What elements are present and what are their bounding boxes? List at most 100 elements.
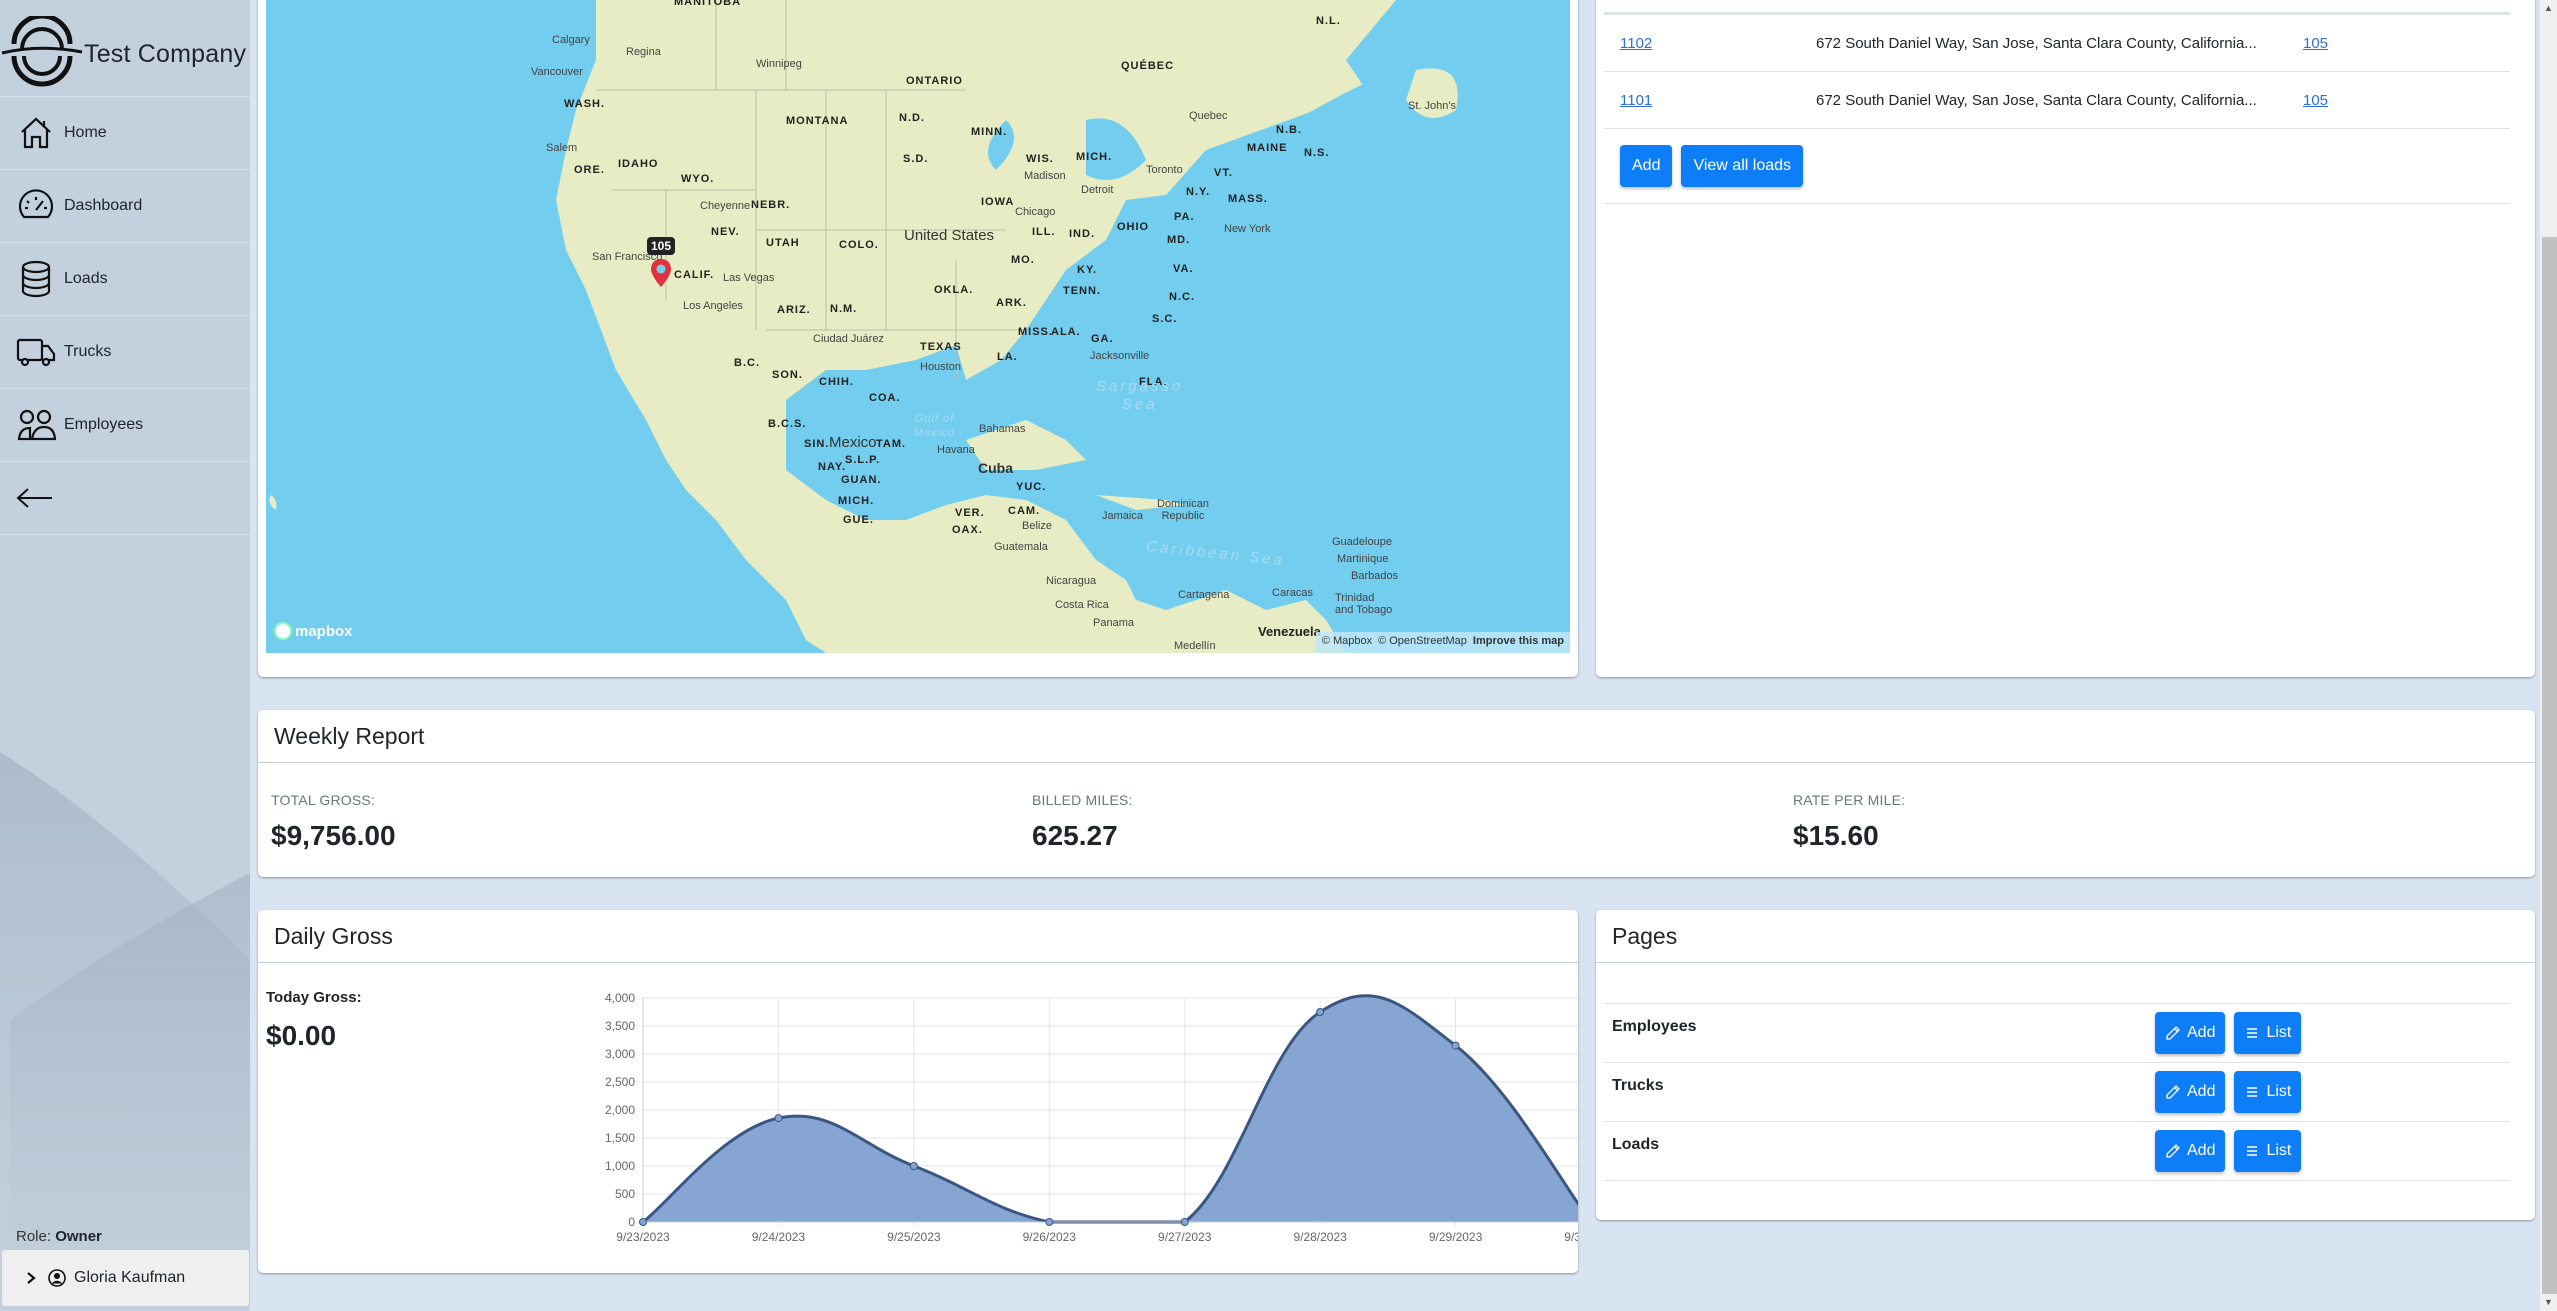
mapbox-attribution-link[interactable]: © Mapbox — [1322, 635, 1372, 650]
load-id-link[interactable]: 1102 — [1620, 35, 1652, 52]
truck-link[interactable]: 105 — [2303, 92, 2328, 109]
map-label: MO. — [1011, 254, 1035, 266]
data-point — [774, 1114, 783, 1123]
scrollbar-thumb[interactable] — [2542, 237, 2557, 1294]
map-label: Dominican Republic — [1157, 498, 1209, 522]
map-label: MINN. — [971, 126, 1008, 138]
table-row: Trucks Add List — [1604, 1063, 2510, 1122]
scroll-down-arrow-icon[interactable]: ▼ — [2540, 1294, 2557, 1311]
button-label: List — [2266, 1024, 2292, 1041]
user-menu-button[interactable]: Gloria Kaufman — [2, 1250, 249, 1306]
weekly-report-card: Weekly Report TOTAL GROSS: $9,756.00 BIL… — [258, 710, 2535, 877]
y-tick-label: 4,000 — [605, 991, 635, 1005]
x-tick-label: 9/30/2023 — [1564, 1230, 1578, 1244]
map-label: COLO. — [839, 239, 879, 251]
stat-label: RATE PER MILE: — [1793, 792, 1906, 808]
map-label: MAINE — [1247, 142, 1288, 154]
map-label: Martinique — [1337, 553, 1389, 565]
table-row: 1101 672 South Daniel Way, San Jose, San… — [1604, 72, 2510, 129]
truck-link[interactable]: 105 — [2303, 35, 2328, 52]
map-label: N.C. — [1169, 291, 1195, 303]
button-label: List — [2266, 1142, 2292, 1159]
y-tick-label: 3,500 — [605, 1019, 635, 1033]
button-label: Add — [2187, 1024, 2216, 1041]
map-pin-icon[interactable] — [650, 258, 672, 288]
loads-table: 1102 672 South Daniel Way, San Jose, San… — [1604, 12, 2510, 204]
sidebar-item-home[interactable]: Home — [0, 97, 250, 170]
add-truck-button[interactable]: Add — [2155, 1071, 2226, 1113]
pencil-icon — [2166, 1144, 2180, 1158]
sidebar-item-trucks[interactable]: Trucks — [0, 316, 250, 389]
map-label: Cheyenne — [700, 200, 751, 212]
sidebar-item-label: Trucks — [64, 343, 112, 360]
map-label: IOWA — [981, 196, 1015, 208]
map-label: B.C. — [734, 357, 760, 369]
stat-value: $9,756.00 — [271, 820, 396, 851]
map-label: UTAH — [766, 237, 800, 249]
map-label: Havana — [937, 444, 975, 456]
truck-icon — [16, 332, 56, 372]
company-name: Test Company — [84, 39, 247, 68]
list-employees-button[interactable]: List — [2234, 1012, 2302, 1054]
map-label: KY. — [1077, 264, 1098, 276]
data-point — [1180, 1218, 1189, 1226]
map-label: N.Y. — [1186, 186, 1211, 198]
table-row: Employees Add List — [1604, 1004, 2510, 1063]
y-tick-label: 0 — [628, 1215, 635, 1229]
sidebar-collapse-button[interactable] — [0, 462, 250, 535]
add-load-page-button[interactable]: Add — [2155, 1130, 2226, 1172]
map-label: Calgary — [552, 34, 590, 46]
load-id-link[interactable]: 1101 — [1620, 92, 1652, 109]
billed-miles-stat: BILLED MILES: 625.27 — [1032, 792, 1133, 852]
improve-map-link[interactable]: Improve this map — [1473, 635, 1564, 650]
table-row: Loads Add List — [1604, 1122, 2510, 1181]
sidebar-item-loads[interactable]: Loads — [0, 243, 250, 316]
sidebar-item-employees[interactable]: Employees — [0, 389, 250, 462]
map-label: Madison — [1024, 170, 1066, 182]
map-label: Las Vegas — [723, 272, 775, 284]
map-label: Salem — [546, 142, 578, 154]
map-label: LA. — [997, 351, 1018, 363]
add-load-button[interactable]: Add — [1620, 145, 1673, 187]
map-label: ALA. — [1051, 326, 1081, 338]
data-point — [639, 1218, 647, 1226]
map-label: MANITOBA — [674, 0, 742, 8]
map-label: MICH. — [838, 495, 875, 507]
database-icon — [16, 259, 56, 299]
pages-title: Pages — [1596, 910, 2535, 963]
sidebar-item-dashboard[interactable]: Dashboard — [0, 170, 250, 243]
map-label: Vancouver — [531, 66, 583, 78]
list-trucks-button[interactable]: List — [2234, 1071, 2302, 1113]
page-name: Loads — [1612, 1136, 1660, 1153]
mapbox-logo[interactable]: mapbox — [274, 622, 353, 640]
sidebar-item-label: Loads — [64, 270, 108, 287]
button-label: Add — [2187, 1142, 2216, 1159]
map-label: Cuba — [978, 460, 1013, 476]
stat-label: TOTAL GROSS: — [271, 792, 376, 808]
map-label: MD. — [1167, 234, 1191, 246]
map-label: B.C.S. — [768, 418, 807, 430]
map-label: GUAN. — [841, 474, 882, 486]
map-label: Medellín — [1174, 640, 1216, 652]
company-logo-icon — [1, 16, 83, 87]
user-circle-icon — [48, 1269, 66, 1287]
brand[interactable]: Test Company — [0, 14, 250, 94]
scroll-up-arrow-icon[interactable]: ▲ — [2540, 0, 2557, 17]
map-label: WASH. — [564, 98, 606, 110]
loads-map[interactable]: MANITOBA Calgary Regina Winnipeg ONTARIO… — [266, 0, 1570, 653]
map-label: Bahamas — [979, 423, 1026, 435]
loads-actions: Add View all loads — [1604, 129, 2510, 204]
map-label: MASS. — [1228, 193, 1268, 205]
map-label: NEV. — [711, 226, 740, 238]
list-loads-button[interactable]: List — [2234, 1130, 2302, 1172]
map-label: YUC. — [1016, 481, 1047, 493]
view-all-loads-button[interactable]: View all loads — [1681, 145, 1804, 187]
button-label: Add — [2187, 1083, 2216, 1100]
loads-map-card: MANITOBA Calgary Regina Winnipeg ONTARIO… — [258, 0, 1578, 677]
map-cluster-count[interactable]: 105 — [647, 237, 676, 255]
add-employee-button[interactable]: Add — [2155, 1012, 2226, 1054]
osm-attribution-link[interactable]: © OpenStreetMap — [1378, 635, 1467, 650]
map-label: CHIH. — [819, 376, 854, 388]
page-scrollbar[interactable]: ▲ ▼ — [2540, 0, 2557, 1311]
map-label: OHIO — [1117, 221, 1150, 233]
